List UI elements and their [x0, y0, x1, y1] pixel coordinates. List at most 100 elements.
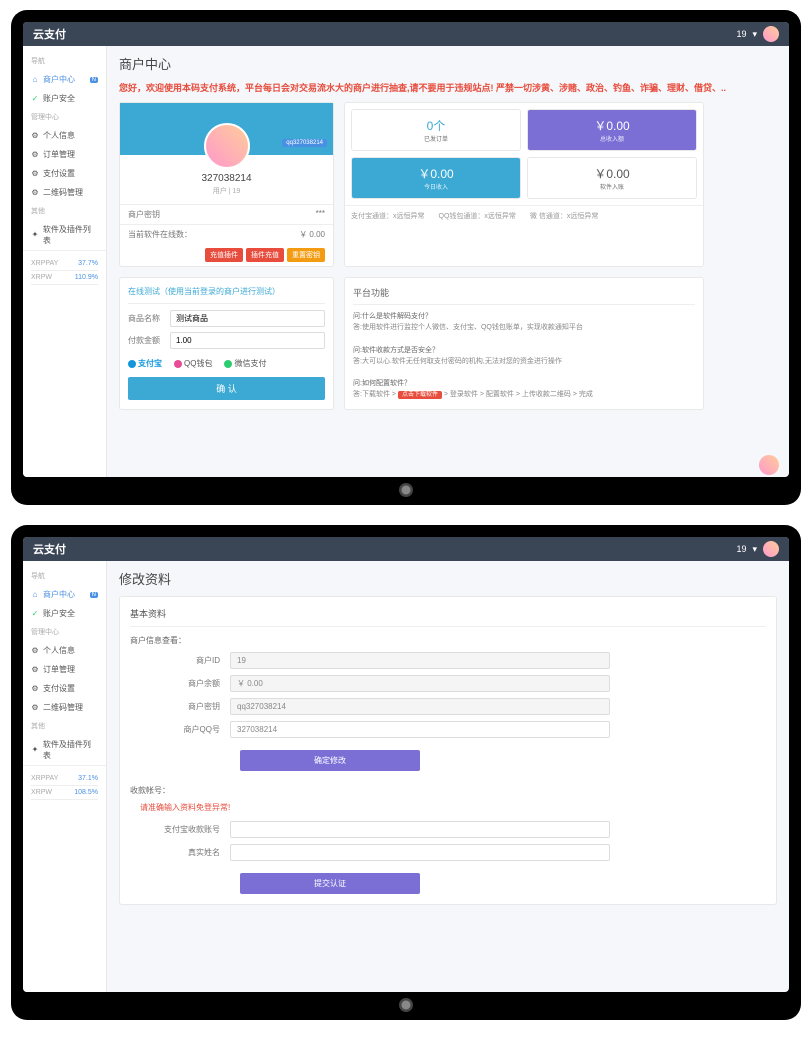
gear-icon: ⚙: [31, 151, 39, 159]
gear-icon: ⚙: [31, 647, 39, 655]
section-payment-account: 收款帐号：: [130, 785, 766, 796]
sidebar-item-home[interactable]: ⌂商户中心N: [23, 70, 106, 89]
real-name-input[interactable]: [230, 844, 610, 861]
gear-icon: ⚙: [31, 189, 39, 197]
announcement-marquee: 您好，欢迎使用本码支付系统，平台每日会对交易流水大的商户进行抽查,请不要用于违规…: [119, 81, 777, 94]
screen-1: 云支付 19 ▾ 导航 ⌂商户中心N ✓账户安全 管理中心 ⚙个人信息 ⚙订单管…: [23, 22, 789, 477]
sidebar-section-mgmt: 管理中心: [23, 623, 106, 641]
sidebar: 导航 ⌂商户中心N ✓账户安全 管理中心 ⚙个人信息 ⚙订单管理 ⚙支付设置 ⚙…: [23, 46, 107, 477]
merchant-balance-input: [230, 675, 610, 692]
panel-title: 基本资料: [130, 607, 766, 627]
shield-icon: ✓: [31, 95, 39, 103]
plugin-recharge-button[interactable]: 插件充值: [246, 248, 284, 262]
sidebar-stats: XRPPAY37.1% XRPW108.5%: [23, 765, 106, 806]
sidebar-item-plugins[interactable]: ✦软件及插件列表: [23, 220, 106, 250]
app-logo: 云支付: [33, 541, 66, 557]
chevron-down-icon: ▾: [752, 544, 757, 555]
topbar: 云支付 19 ▾: [23, 22, 789, 46]
sidebar-stats: XRPPAY37.7% XRPW110.9%: [23, 250, 106, 291]
shield-icon: ✓: [31, 610, 39, 618]
pay-opt-qq[interactable]: QQ钱包: [174, 358, 212, 369]
merchant-qq-input[interactable]: [230, 721, 610, 738]
sidebar-item-qrcode[interactable]: ⚙二维码管理: [23, 698, 106, 717]
sidebar-item-home[interactable]: ⌂商户中心N: [23, 585, 106, 604]
pay-method-options: 支付宝 QQ钱包 微信支付: [128, 354, 325, 373]
download-button[interactable]: 点击下载软件: [398, 391, 442, 399]
avatar: [763, 541, 779, 557]
reset-key-button[interactable]: 重置密钥: [287, 248, 325, 262]
monitor-1: 云支付 19 ▾ 导航 ⌂商户中心N ✓账户安全 管理中心 ⚙个人信息 ⚙订单管…: [11, 10, 801, 505]
balance-val: ￥ 0.00: [299, 229, 325, 240]
sidebar-section-nav: 导航: [23, 567, 106, 585]
qq-icon: [174, 360, 182, 368]
home-icon: ⌂: [31, 591, 39, 599]
user-area[interactable]: 19 ▾: [736, 26, 779, 42]
profile-edit-panel: 基本资料 商户信息查看： 商户ID 商户余额 商户密钥 商户QQ号 确定修改 收…: [119, 596, 777, 905]
product-name-input[interactable]: [170, 310, 325, 327]
page-title: 商户中心: [119, 54, 777, 73]
merchant-key-input: [230, 698, 610, 715]
gear-icon: ⚙: [31, 170, 39, 178]
sidebar-item-orders[interactable]: ⚙订单管理: [23, 660, 106, 679]
avatar: [763, 26, 779, 42]
main-content: 修改资料 基本资料 商户信息查看： 商户ID 商户余额 商户密钥 商户QQ号 确…: [107, 561, 789, 992]
chevron-down-icon: ▾: [752, 29, 757, 40]
sidebar-item-profile[interactable]: ⚙个人信息: [23, 126, 106, 145]
plugin-icon: ✦: [31, 746, 39, 754]
sidebar-item-security[interactable]: ✓账户安全: [23, 604, 106, 623]
recharge-plugin-button[interactable]: 充值插件: [205, 248, 243, 262]
gear-icon: ⚙: [31, 685, 39, 693]
pay-opt-wechat[interactable]: 微信支付: [224, 358, 266, 369]
notice-title: 平台功能: [353, 286, 695, 305]
key-label: 商户密钥: [128, 209, 160, 220]
gear-icon: ⚙: [31, 704, 39, 712]
test-card-title: 在线测试（使用当前登录的商户进行测试）: [128, 286, 325, 304]
profile-id: 327038214: [120, 173, 333, 184]
sidebar: 导航 ⌂商户中心N ✓账户安全 管理中心 ⚙个人信息 ⚙订单管理 ⚙支付设置 ⚙…: [23, 561, 107, 992]
warning-text: 请准确输入资料免登异常!: [140, 802, 766, 813]
sidebar-item-security[interactable]: ✓账户安全: [23, 89, 106, 108]
user-area[interactable]: 19 ▾: [736, 541, 779, 557]
app-logo: 云支付: [33, 26, 66, 42]
sidebar-item-paycfg[interactable]: ⚙支付设置: [23, 679, 106, 698]
pay-opt-alipay[interactable]: 支付宝: [128, 358, 162, 369]
badge-new: N: [90, 77, 98, 83]
alipay-account-input[interactable]: [230, 821, 610, 838]
submit-verify-button[interactable]: 提交认证: [240, 873, 420, 894]
gear-icon: ⚙: [31, 666, 39, 674]
sidebar-item-profile[interactable]: ⚙个人信息: [23, 641, 106, 660]
profile-card: qq327038214 327038214 用户 | 19 商户密钥*** 当前…: [119, 102, 334, 267]
section-merchant-info: 商户信息查看：: [130, 635, 766, 646]
profile-sub: 用户 | 19: [120, 186, 333, 196]
sidebar-section-other: 其他: [23, 717, 106, 735]
plugin-icon: ✦: [31, 231, 39, 239]
sidebar-item-orders[interactable]: ⚙订单管理: [23, 145, 106, 164]
confirm-edit-button[interactable]: 确定修改: [240, 750, 420, 771]
home-icon: ⌂: [31, 76, 39, 84]
screen-2: 云支付 19 ▾ 导航 ⌂商户中心N ✓账户安全 管理中心 ⚙个人信息 ⚙订单管…: [23, 537, 789, 992]
balance-label: 当前软件在线数：: [128, 229, 192, 240]
badge-new: N: [90, 592, 98, 598]
wechat-icon: [224, 360, 232, 368]
stat-orders: 0个已发订单: [351, 109, 521, 151]
sidebar-item-plugins[interactable]: ✦软件及插件列表: [23, 735, 106, 765]
stat-software-income: ￥0.00软件入账: [527, 157, 697, 199]
topbar: 云支付 19 ▾: [23, 537, 789, 561]
sidebar-item-qrcode[interactable]: ⚙二维码管理: [23, 183, 106, 202]
sidebar-section-nav: 导航: [23, 52, 106, 70]
footer-avatar: [759, 455, 779, 475]
gear-icon: ⚙: [31, 132, 39, 140]
qq-tag: qq327038214: [282, 139, 327, 147]
stat-today-income: ￥0.00今日收入: [351, 157, 521, 199]
alipay-icon: [128, 360, 136, 368]
sidebar-section-mgmt: 管理中心: [23, 108, 106, 126]
merchant-id-input: [230, 652, 610, 669]
amount-input[interactable]: [170, 332, 325, 349]
test-card: 在线测试（使用当前登录的商户进行测试） 商品名称 付款金额 支付宝 QQ钱包 微…: [119, 277, 334, 410]
confirm-button[interactable]: 确 认: [128, 377, 325, 400]
stat-total-income: ￥0.00总收入额: [527, 109, 697, 151]
notice-card: 平台功能 问:什么是软件解码支付？ 答:使用软件进行监控个人微信、支付宝、QQ钱…: [344, 277, 704, 410]
sidebar-item-paycfg[interactable]: ⚙支付设置: [23, 164, 106, 183]
monitor-2: 云支付 19 ▾ 导航 ⌂商户中心N ✓账户安全 管理中心 ⚙个人信息 ⚙订单管…: [11, 525, 801, 1020]
main-content: 商户中心 您好，欢迎使用本码支付系统，平台每日会对交易流水大的商户进行抽查,请不…: [107, 46, 789, 477]
